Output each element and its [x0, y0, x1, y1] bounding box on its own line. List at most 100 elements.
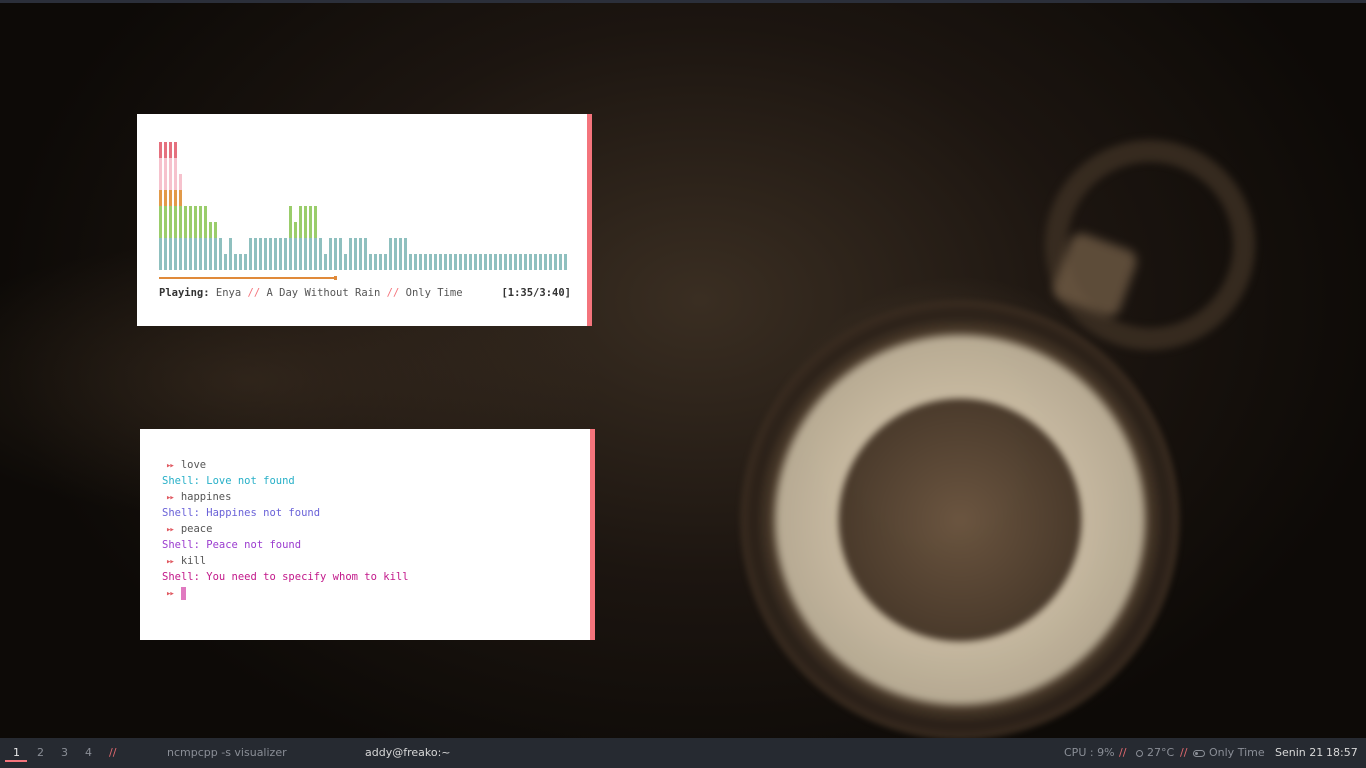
visualizer-bar-segment [199, 238, 202, 254]
visualizer-bar-segment [299, 238, 302, 254]
visualizer-bar-segment [524, 254, 527, 270]
window-title[interactable]: ncmpcpp -s visualizer [167, 746, 287, 759]
visualizer-bar-segment [479, 254, 482, 270]
visualizer-bar-segment [159, 238, 162, 254]
now-playing-separator: // [247, 287, 261, 299]
visualizer-bar-segment [319, 238, 322, 254]
song-progress-knob[interactable] [334, 276, 337, 280]
visualizer-bar-segment [219, 238, 222, 254]
visualizer-bar-segment [164, 142, 167, 158]
visualizer-bar-segment [374, 254, 377, 270]
toggle-icon [1193, 749, 1205, 757]
visualizer-bar-segment [214, 254, 217, 270]
visualizer-bar-segment [159, 206, 162, 222]
text-cursor[interactable] [180, 586, 186, 600]
visualizer-bar-segment [299, 222, 302, 238]
terminal-output[interactable]: ▸▸ love Shell: Love not found ▸▸ happines She… [162, 457, 409, 601]
visualizer-bar-segment [284, 238, 287, 254]
visualizer-bar-segment [169, 158, 172, 174]
terminal-command-line: ▸▸ happines [162, 489, 409, 505]
visualizer-bar-segment [229, 238, 232, 254]
visualizer-bar-segment [169, 206, 172, 222]
visualizer-bar-segment [289, 222, 292, 238]
visualizer-bar-segment [169, 174, 172, 190]
visualizer-bar-segment [209, 238, 212, 254]
visualizer-bar-segment [229, 254, 232, 270]
terminal-window[interactable]: ▸▸ love Shell: Love not found ▸▸ happines She… [140, 429, 595, 640]
visualizer-bar-segment [179, 174, 182, 190]
visualizer-bar-segment [454, 254, 457, 270]
command-text: happines [180, 491, 232, 503]
visualizer-bar-segment [164, 206, 167, 222]
visualizer-bar-segment [309, 206, 312, 222]
command-text: kill [180, 555, 207, 567]
window-border-accent [587, 114, 592, 326]
visualizer-bar-segment [364, 238, 367, 254]
visualizer-bar-segment [289, 206, 292, 222]
visualizer-bar-segment [484, 254, 487, 270]
active-workspace-indicator [5, 760, 27, 762]
visualizer-bar-segment [414, 254, 417, 270]
visualizer-bar-segment [309, 238, 312, 254]
bottom-panel: 1 2 3 4 // ncmpcpp -s visualizer addy@fr… [0, 738, 1366, 768]
user-host[interactable]: addy@freako:~ [365, 746, 451, 759]
clock-time: 18:57 [1326, 746, 1358, 759]
cpu-usage: CPU : 9% [1064, 746, 1115, 759]
now-playing-line: Playing: Enya // A Day Without Rain // O… [159, 287, 571, 299]
visualizer-bar-segment [184, 222, 187, 238]
visualizer-bar-segment [519, 254, 522, 270]
visualizer-bar-segment [199, 222, 202, 238]
visualizer-bar-segment [534, 254, 537, 270]
visualizer-bar-segment [324, 254, 327, 270]
visualizer-bar-segment [509, 254, 512, 270]
now-playing-time: [1:35/3:40] [501, 287, 571, 299]
visualizer-bar-segment [204, 206, 207, 222]
visualizer-bar-segment [224, 254, 227, 270]
workspace-4[interactable]: 4 [85, 746, 92, 759]
visualizer-bar-segment [169, 190, 172, 206]
song-progress-bar[interactable] [159, 276, 569, 280]
window-border-accent [590, 429, 595, 640]
terminal-command-line: ▸▸ kill [162, 553, 409, 569]
song-progress-fill [159, 277, 335, 279]
visualizer-bar-segment [469, 254, 472, 270]
visualizer-bar-segment [199, 254, 202, 270]
visualizer-bar-segment [204, 254, 207, 270]
workspace-1[interactable]: 1 [13, 746, 20, 759]
visualizer-bar-segment [419, 254, 422, 270]
visualizer-bar-segment [189, 222, 192, 238]
visualizer-bar-segment [274, 238, 277, 254]
visualizer-bar-segment [169, 142, 172, 158]
visualizer-bar-segment [259, 238, 262, 254]
visualizer-bar-segment [339, 238, 342, 254]
terminal-output-line: Shell: Peace not found [162, 537, 409, 553]
visualizer-bar-segment [179, 190, 182, 206]
visualizer-bar-segment [269, 254, 272, 270]
prompt-arrow-icon: ▸▸ [166, 525, 175, 535]
now-playing-label: Playing: [159, 287, 210, 299]
visualizer-bar-segment [184, 254, 187, 270]
visualizer-bar-segment [429, 254, 432, 270]
prompt-arrow-icon: ▸▸ [166, 589, 175, 599]
visualizer-bar-segment [304, 254, 307, 270]
visualizer-bar-segment [384, 254, 387, 270]
visualizer-bar-segment [184, 238, 187, 254]
now-playing-album: A Day Without Rain [266, 287, 381, 299]
command-text: peace [180, 523, 213, 535]
visualizer-bar-segment [389, 238, 392, 254]
music-status[interactable]: Only Time [1193, 746, 1265, 759]
visualizer-bar-segment [194, 206, 197, 222]
now-playing-title: Only Time [405, 287, 463, 299]
terminal-output-line: Shell: Love not found [162, 473, 409, 489]
visualizer-window[interactable]: Playing: Enya // A Day Without Rain // O… [137, 114, 592, 326]
visualizer-bar-segment [464, 254, 467, 270]
wallpaper-pocket-watch [740, 300, 1180, 740]
workspace-3[interactable]: 3 [61, 746, 68, 759]
workspace-2[interactable]: 2 [37, 746, 44, 759]
visualizer-bar-segment [179, 222, 182, 238]
visualizer-bar-segment [304, 238, 307, 254]
visualizer-bar-segment [214, 238, 217, 254]
visualizer-bar-segment [434, 254, 437, 270]
terminal-output-line: Shell: You need to specify whom to kill [162, 569, 409, 585]
visualizer-bar-segment [499, 254, 502, 270]
